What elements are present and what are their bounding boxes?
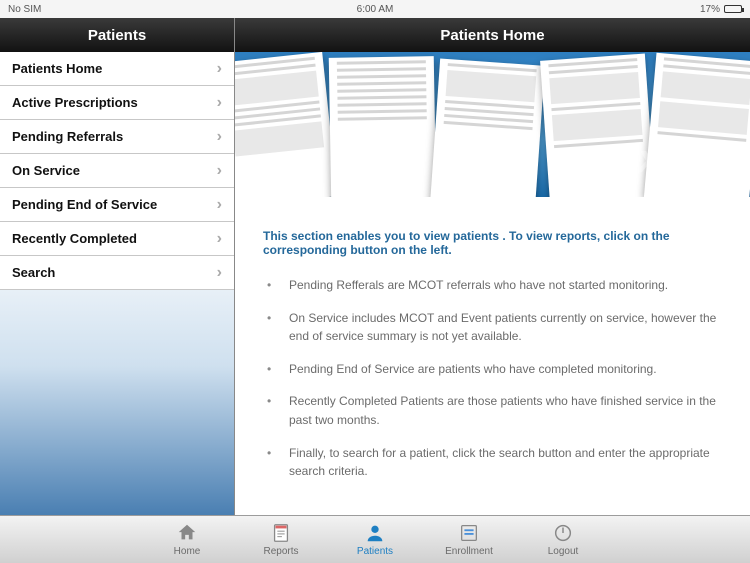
- status-time: 6:00 AM: [357, 4, 394, 15]
- sidebar-item-label: Recently Completed: [12, 231, 137, 246]
- device-status-bar: No SIM 6:00 AM 17%: [0, 0, 750, 18]
- hero-watermark: 3x: [616, 137, 661, 182]
- chevron-right-icon: ›: [217, 60, 222, 78]
- page-title: Patients Home: [235, 18, 750, 52]
- chevron-right-icon: ›: [217, 162, 222, 180]
- info-bullet: Recently Completed Patients are those pa…: [263, 385, 722, 436]
- logout-icon: [552, 522, 574, 544]
- sidebar-item-label: Search: [12, 265, 55, 280]
- sidebar-item-label: Patients Home: [12, 61, 102, 76]
- sidebar-item-search[interactable]: Search ›: [0, 256, 234, 290]
- status-sim: No SIM: [8, 4, 41, 15]
- chevron-right-icon: ›: [217, 230, 222, 248]
- patients-icon: [364, 522, 386, 544]
- report-thumbnail-icon: [644, 53, 750, 207]
- sidebar-item-active-prescriptions[interactable]: Active Prescriptions ›: [0, 86, 234, 120]
- info-bullet: Finally, to search for a patient, click …: [263, 437, 722, 488]
- chevron-right-icon: ›: [217, 94, 222, 112]
- tab-label: Reports: [263, 546, 298, 557]
- tab-reports[interactable]: Reports: [251, 522, 311, 557]
- sidebar-item-label: On Service: [12, 163, 80, 178]
- main-panel: Patients Home 3x: [235, 18, 750, 515]
- sidebar-item-recently-completed[interactable]: Recently Completed ›: [0, 222, 234, 256]
- sidebar: Patients Patients Home › Active Prescrip…: [0, 18, 235, 515]
- sidebar-item-label: Pending Referrals: [12, 129, 123, 144]
- info-bullet-list: Pending Refferals are MCOT referrals who…: [263, 269, 722, 488]
- tab-home[interactable]: Home: [157, 522, 217, 557]
- tab-patients[interactable]: Patients: [345, 522, 405, 557]
- report-thumbnail-icon: [430, 59, 545, 207]
- sidebar-item-label: Active Prescriptions: [12, 95, 138, 110]
- tab-enrollment[interactable]: Enrollment: [439, 522, 499, 557]
- info-bullet: On Service includes MCOT and Event patie…: [263, 302, 722, 353]
- chevron-right-icon: ›: [217, 196, 222, 214]
- sidebar-item-on-service[interactable]: On Service ›: [0, 154, 234, 188]
- sidebar-title: Patients: [0, 18, 234, 52]
- battery-icon: [724, 5, 742, 13]
- tab-label: Home: [174, 546, 201, 557]
- sidebar-item-pending-referrals[interactable]: Pending Referrals ›: [0, 120, 234, 154]
- intro-text: This section enables you to view patient…: [263, 229, 722, 257]
- tab-bar: Home Reports Patients Enrollment Logout: [0, 515, 750, 563]
- report-thumbnail-icon: [540, 54, 655, 206]
- report-thumbnail-icon: [235, 52, 337, 207]
- content-area: This section enables you to view patient…: [235, 207, 750, 504]
- tab-label: Enrollment: [445, 546, 493, 557]
- sidebar-item-patients-home[interactable]: Patients Home ›: [0, 52, 234, 86]
- sidebar-item-pending-end-of-service[interactable]: Pending End of Service ›: [0, 188, 234, 222]
- hero-banner: 3x: [235, 52, 750, 207]
- chevron-right-icon: ›: [217, 264, 222, 282]
- report-thumbnail-icon: [329, 56, 437, 203]
- chevron-right-icon: ›: [217, 128, 222, 146]
- reports-icon: [270, 522, 292, 544]
- tab-label: Patients: [357, 546, 393, 557]
- tab-label: Logout: [548, 546, 579, 557]
- sidebar-item-label: Pending End of Service: [12, 197, 157, 212]
- info-bullet: Pending End of Service are patients who …: [263, 353, 722, 386]
- enrollment-icon: [458, 522, 480, 544]
- status-battery-pct: 17%: [700, 4, 720, 15]
- info-bullet: Pending Refferals are MCOT referrals who…: [263, 269, 722, 302]
- tab-logout[interactable]: Logout: [533, 522, 593, 557]
- home-icon: [176, 522, 198, 544]
